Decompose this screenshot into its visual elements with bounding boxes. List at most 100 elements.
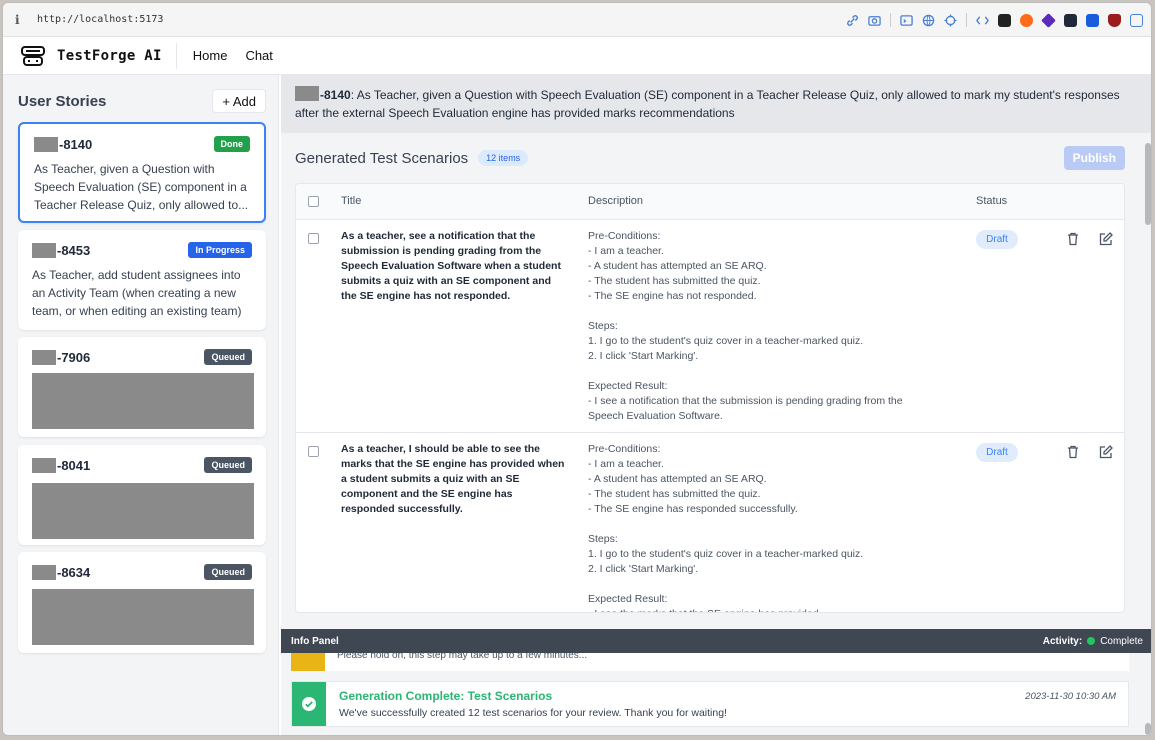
success-indicator: [292, 682, 326, 726]
nav-home-link[interactable]: Home: [193, 48, 228, 63]
toolbar-divider: [890, 13, 891, 27]
story-card[interactable]: -8453 In Progress As Teacher, add studen…: [18, 230, 266, 330]
info-message: Generation Complete: Test Scenarios We'v…: [291, 681, 1129, 727]
table-row: As a teacher, see a notification that th…: [296, 220, 1124, 433]
main-scrollbar-thumb[interactable]: [1145, 143, 1151, 225]
toolbar-divider: [966, 13, 967, 27]
info-icon[interactable]: i: [15, 13, 37, 27]
story-card[interactable]: -8634 Queued: [18, 552, 266, 653]
check-circle-icon: [302, 697, 316, 711]
story-card-header: -8453 In Progress: [32, 242, 252, 258]
story-id-text: -8453: [57, 242, 91, 258]
redacted-block: [32, 457, 56, 473]
sidebar-toggle-icon[interactable]: [1130, 13, 1143, 27]
info-panel-scrollbar[interactable]: [1143, 653, 1151, 735]
column-status[interactable]: Status: [976, 195, 1007, 207]
main-content: -8140: As Teacher, given a Question with…: [281, 75, 1151, 735]
column-title[interactable]: Title: [341, 195, 361, 207]
scenario-description: Pre-Conditions: - I am a teacher. - A st…: [588, 230, 903, 422]
story-summary: As Teacher, add student assignees into a…: [32, 268, 242, 318]
story-card[interactable]: -8140 Done As Teacher, given a Question …: [18, 122, 266, 223]
extension-ublock-icon[interactable]: [1108, 13, 1121, 27]
status-badge: Queued: [204, 564, 252, 580]
column-description[interactable]: Description: [588, 195, 643, 207]
publish-button[interactable]: Publish: [1063, 146, 1125, 170]
story-id: -8140: [34, 136, 93, 152]
status-badge: Done: [213, 136, 250, 152]
redacted-block: [32, 564, 56, 580]
scenario-count-badge: 12 items: [478, 150, 529, 166]
select-all-checkbox[interactable]: [308, 196, 319, 207]
row-checkbox[interactable]: [308, 233, 319, 244]
extension-firefox-icon[interactable]: [1020, 13, 1033, 27]
browser-toolbar: [846, 12, 1143, 28]
story-id: -8634: [32, 564, 91, 580]
message-body: We've successfully created 12 test scena…: [339, 707, 727, 719]
terminal-icon[interactable]: [900, 14, 913, 27]
story-id-text: -8634: [57, 564, 91, 580]
status-badge: Draft: [976, 443, 1018, 462]
scenario-title: As a teacher, see a notification that th…: [341, 230, 561, 302]
activity-indicator: Activity: Complete: [1043, 636, 1143, 647]
extension-code-icon[interactable]: [976, 14, 989, 27]
table-row: As a teacher, I should be able to see th…: [296, 433, 1124, 612]
story-summary: As Teacher, given a Question with Speech…: [34, 162, 249, 212]
trash-icon[interactable]: [1065, 231, 1081, 247]
extension-dark-icon[interactable]: [1064, 13, 1077, 27]
edit-icon[interactable]: [1098, 231, 1114, 247]
info-panel-scrollbar-thumb[interactable]: [1145, 723, 1151, 735]
banner-story-text: : As Teacher, given a Question with Spee…: [295, 88, 1120, 120]
redacted-block: [32, 242, 56, 258]
crosshair-icon[interactable]: [944, 13, 957, 27]
camera-icon[interactable]: [868, 14, 881, 27]
story-card[interactable]: -8041 Queued: [18, 445, 266, 545]
story-card-header: -8140 Done: [34, 136, 250, 152]
activity-label: Activity:: [1042, 635, 1083, 647]
app-window: i http://localhost:5173 TestForge AI Hom…: [2, 2, 1152, 736]
scenarios-table: Title Description Status As a teacher, s…: [295, 183, 1125, 613]
extension-hex-icon[interactable]: [1041, 12, 1056, 28]
scenario-title: As a teacher, I should be able to see th…: [341, 443, 565, 515]
status-dot-icon: [1087, 637, 1096, 645]
status-badge: Draft: [976, 230, 1018, 249]
redacted-block: [32, 349, 56, 365]
story-card[interactable]: -7906 Queued: [18, 337, 266, 437]
story-card-header: -7906 Queued: [32, 349, 252, 365]
add-story-button[interactable]: + Add: [212, 89, 266, 113]
scenarios-title: Generated Test Scenarios: [295, 149, 469, 167]
partial-message-text: Please hold on, this step may take up to…: [337, 653, 588, 661]
story-card-header: -8041 Queued: [32, 457, 252, 473]
redacted-block: [34, 136, 58, 152]
sidebar-title: User Stories: [18, 92, 107, 110]
app-header: TestForge AI Home Chat: [3, 37, 1151, 75]
redacted-summary: [32, 589, 254, 645]
message-title: Generation Complete: Test Scenarios: [339, 689, 553, 703]
main-scrollbar[interactable]: [1143, 133, 1151, 629]
browser-bar: i http://localhost:5173: [3, 3, 1151, 37]
extension-game-icon[interactable]: [998, 13, 1011, 27]
story-id: -8453: [32, 242, 91, 258]
story-id-text: -7906: [57, 349, 91, 365]
status-badge: Queued: [204, 457, 252, 473]
status-badge: In Progress: [188, 242, 252, 258]
link-icon[interactable]: [846, 14, 859, 27]
redacted-block: [295, 86, 319, 101]
info-panel-bar: Info Panel Activity: Complete: [281, 629, 1151, 653]
story-id-text: -8140: [59, 136, 93, 152]
edit-icon[interactable]: [1098, 444, 1114, 460]
info-panel: Info Panel Activity: Complete Please hol…: [281, 629, 1151, 735]
user-stories-sidebar: User Stories + Add -8140 Done As Teacher…: [3, 75, 279, 735]
row-checkbox[interactable]: [308, 446, 319, 457]
banner-story-id: -8140: [320, 88, 351, 102]
selected-story-banner: -8140: As Teacher, given a Question with…: [281, 75, 1151, 133]
table-header: Title Description Status: [296, 184, 1124, 220]
redacted-summary: [32, 373, 254, 429]
nav-chat-link[interactable]: Chat: [245, 48, 272, 63]
address-bar[interactable]: http://localhost:5173: [37, 14, 163, 25]
sidebar-header: User Stories + Add: [18, 87, 266, 115]
globe-icon[interactable]: [922, 14, 935, 27]
extension-bitwarden-icon[interactable]: [1086, 13, 1099, 27]
trash-icon[interactable]: [1065, 444, 1081, 460]
redacted-summary: [32, 483, 254, 539]
activity-status: Complete: [1100, 635, 1143, 647]
